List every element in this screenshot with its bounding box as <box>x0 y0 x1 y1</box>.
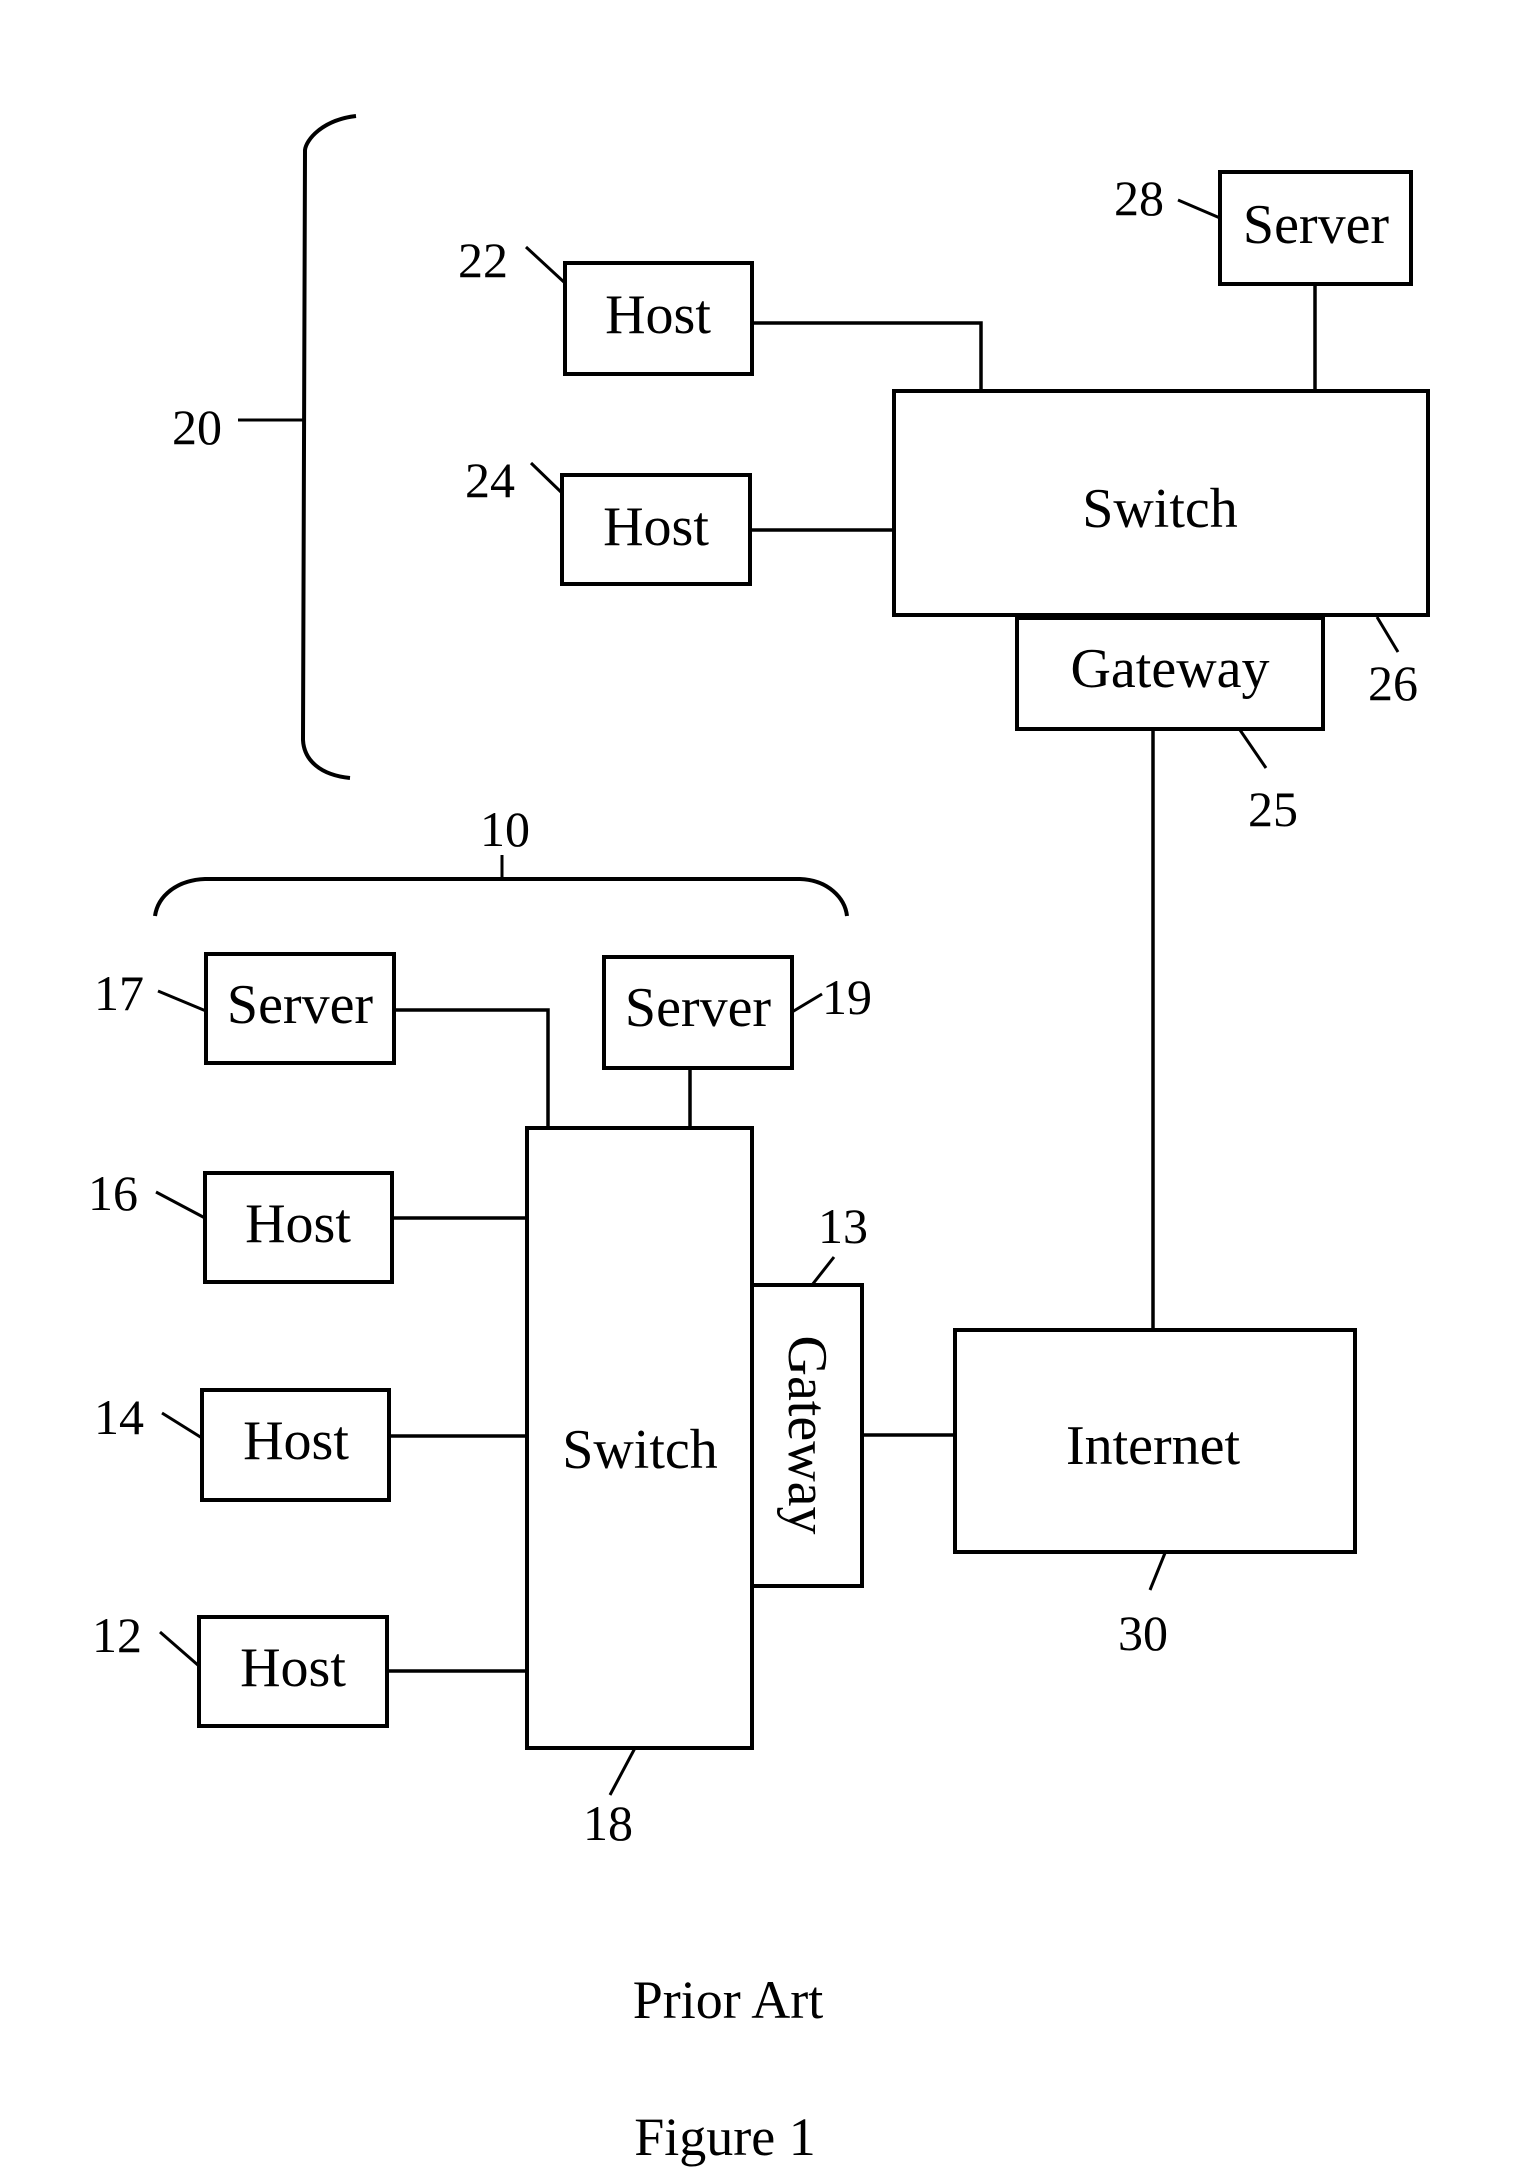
server-17-leader <box>157 989 207 1013</box>
ref-10: 10 <box>480 801 530 857</box>
brace-20 <box>300 114 357 780</box>
server-19-label: Server <box>625 977 772 1039</box>
ref-20: 20 <box>172 399 222 455</box>
host-16: Host 16 <box>88 1165 394 1284</box>
ref-16: 16 <box>88 1165 138 1221</box>
network-20-group: 20 Host 22 Host 24 Server 28 Switch 26 G… <box>172 114 1430 1330</box>
gateway-13-label: Gateway <box>776 1335 838 1534</box>
network-10-group: 10 Server 17 Server 19 Host 16 Host 14 H… <box>88 801 955 1851</box>
brace-10 <box>153 877 849 917</box>
switch-18-label: Switch <box>562 1419 718 1481</box>
host-14: Host 14 <box>94 1388 391 1502</box>
host-14-label: Host <box>243 1410 349 1472</box>
host-16-label: Host <box>245 1193 351 1255</box>
host-22-label: Host <box>605 284 711 346</box>
server-19-leader <box>791 992 823 1014</box>
server-17-label: Server <box>227 974 374 1036</box>
host-22: Host 22 <box>458 232 754 376</box>
ref-22: 22 <box>458 232 508 288</box>
caption-prior-art: Prior Art <box>633 1970 824 2030</box>
ref-19: 19 <box>822 969 872 1025</box>
internet-label: Internet <box>1066 1415 1241 1477</box>
wire-server17-switch18 <box>394 1008 550 1128</box>
host-16-leader <box>155 1190 206 1220</box>
switch-26-label: Switch <box>1082 478 1238 540</box>
ref-12: 12 <box>92 1607 142 1663</box>
switch-18-leader <box>608 1747 637 1796</box>
internet-30: Internet 30 <box>953 1328 1357 1661</box>
ref-28: 28 <box>1114 170 1164 226</box>
server-19: Server 19 <box>602 955 872 1070</box>
ref-14: 14 <box>94 1389 144 1445</box>
host-24: Host 24 <box>465 452 752 586</box>
host-24-label: Host <box>603 496 709 558</box>
internet-leader <box>1148 1552 1167 1591</box>
gateway-13: Gateway 13 <box>750 1198 868 1588</box>
caption-figure-number: Figure 1 <box>634 2107 816 2167</box>
host-22-leader <box>524 245 567 285</box>
ref-25: 25 <box>1248 781 1298 837</box>
host-24-leader <box>529 461 564 495</box>
switch-18: Switch 18 <box>525 1126 754 1851</box>
gateway-25: Gateway 25 <box>1015 616 1325 837</box>
host-12-label: Host <box>240 1637 346 1699</box>
server-28: Server 28 <box>1114 170 1413 286</box>
server-17: Server 17 <box>94 952 396 1065</box>
ref-13: 13 <box>818 1198 868 1254</box>
host-12-leader <box>159 1630 200 1668</box>
host-12: Host 12 <box>92 1607 389 1728</box>
server-28-label: Server <box>1243 194 1390 256</box>
gateway-13-leader <box>810 1256 836 1286</box>
host-14-leader <box>161 1411 203 1440</box>
network-diagram: 20 Host 22 Host 24 Server 28 Switch 26 G… <box>88 114 1430 2167</box>
gateway-25-leader <box>1238 729 1268 769</box>
wire-host22-switch26 <box>752 321 983 391</box>
switch-26-leader <box>1375 616 1400 653</box>
ref-26: 26 <box>1368 655 1418 711</box>
gateway-25-label: Gateway <box>1070 638 1269 700</box>
ref-18: 18 <box>583 1795 633 1851</box>
ref-17: 17 <box>94 965 144 1021</box>
ref-24: 24 <box>465 452 515 508</box>
ref-30: 30 <box>1118 1605 1168 1661</box>
server-28-leader <box>1177 198 1221 220</box>
